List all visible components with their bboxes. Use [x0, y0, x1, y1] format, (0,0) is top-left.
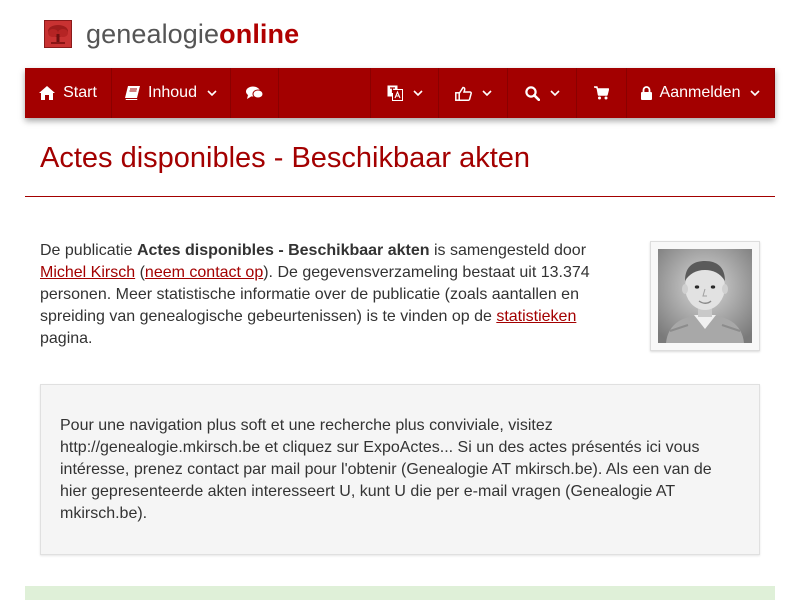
- publication-intro: De publicatie Actes disponibles - Beschi…: [40, 240, 605, 350]
- home-icon: [39, 86, 56, 100]
- nav-search[interactable]: [508, 68, 577, 118]
- nav-chat[interactable]: [231, 68, 279, 118]
- intro-text: is samengesteld door: [429, 242, 587, 259]
- nav-language[interactable]: [370, 68, 439, 118]
- title-divider: [25, 196, 775, 197]
- brand-part2: online: [219, 19, 300, 49]
- search-icon: [524, 85, 540, 101]
- publication-description: Pour une navigation plus soft et une rec…: [40, 384, 760, 555]
- nav-social[interactable]: [439, 68, 508, 118]
- description-text: Pour une navigation plus soft et une rec…: [60, 417, 712, 522]
- nav-login-label: Aanmelden: [659, 84, 741, 101]
- nav-login[interactable]: Aanmelden: [627, 68, 775, 118]
- intro-text: pagina.: [40, 330, 93, 347]
- lock-icon: [640, 86, 652, 100]
- chevron-down-icon: [207, 90, 217, 96]
- brand-name: genealogieonline: [86, 18, 299, 50]
- chevron-down-icon: [750, 90, 761, 96]
- contact-link[interactable]: neem contact op: [145, 264, 263, 281]
- chevron-down-icon: [549, 90, 560, 96]
- tree-icon: [44, 20, 72, 48]
- site-logo[interactable]: genealogieonline: [44, 18, 299, 50]
- page-title: Actes disponibles - Beschikbaar akten: [40, 142, 531, 174]
- publication-name: Actes disponibles - Beschikbaar akten: [136, 242, 430, 259]
- nav-shop[interactable]: [577, 68, 627, 118]
- nav-inhoud-label: Inhoud: [148, 84, 197, 101]
- intro-text: De publicatie: [40, 242, 137, 259]
- brand-part1: genealogie: [86, 19, 220, 49]
- nav-start-label: Start: [63, 84, 97, 101]
- book-icon: [125, 86, 141, 100]
- cart-icon: [594, 86, 609, 100]
- nav-start[interactable]: Start: [25, 68, 112, 118]
- intro-text: (: [135, 264, 145, 281]
- translate-icon: [387, 85, 403, 101]
- thumbs-up-icon: [454, 86, 472, 101]
- author-link[interactable]: Michel Kirsch: [40, 264, 135, 281]
- portrait-image: [658, 249, 752, 343]
- chevron-down-icon: [412, 90, 423, 96]
- notice-bar: [25, 586, 775, 600]
- statistics-link[interactable]: statistieken: [496, 308, 576, 325]
- comments-icon: [246, 86, 263, 100]
- nav-inhoud[interactable]: Inhoud: [112, 68, 231, 118]
- chevron-down-icon: [481, 90, 492, 96]
- main-navbar: Start Inhoud Aanmelden: [25, 68, 775, 118]
- author-photo[interactable]: [650, 241, 760, 351]
